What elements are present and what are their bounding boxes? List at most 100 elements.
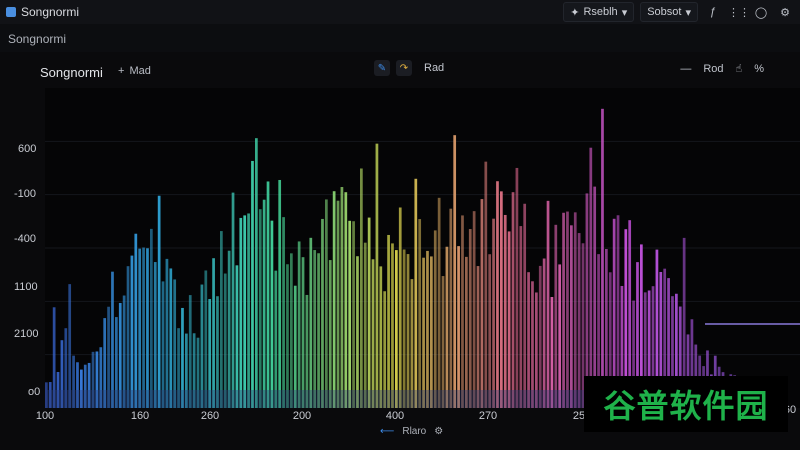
- spectrum-bar: [231, 192, 235, 408]
- spectrum-bar: [142, 247, 145, 408]
- spectrum-bar: [313, 250, 317, 408]
- y-tick-label: o0: [28, 386, 41, 398]
- function-icon[interactable]: ƒ: [704, 6, 722, 18]
- y-tick-label: 1100: [14, 281, 38, 293]
- right-toolbar: — Rod ☝ %: [680, 62, 764, 76]
- spectrum-bar: [379, 266, 383, 408]
- x-tick-label: 400: [385, 410, 405, 422]
- spectrum-bar: [468, 229, 472, 408]
- spectrum-bar: [317, 253, 320, 408]
- spectrum-bar: [278, 179, 282, 408]
- spectrum-bar: [309, 237, 313, 408]
- spectrum-bar: [165, 258, 169, 408]
- spectrum-bar: [200, 284, 204, 408]
- spectrum-bar: [157, 195, 161, 408]
- spectrum-bar: [480, 199, 484, 408]
- spectrum-bar: [422, 257, 425, 408]
- spectrum-bar: [352, 221, 355, 408]
- spectrum-bar: [255, 138, 258, 408]
- circle-icon[interactable]: ◯: [752, 6, 770, 19]
- center-toolbar: ✎ ↷ Rad: [374, 60, 444, 76]
- spectrum-bar: [356, 256, 359, 408]
- right-tool-label[interactable]: Rod: [703, 63, 723, 75]
- spectrum-bar: [344, 192, 348, 408]
- x-tick-label: 100: [35, 410, 55, 422]
- spectrum-bar: [290, 253, 293, 408]
- hand-icon[interactable]: ☝: [736, 62, 743, 75]
- spectrum-bar: [220, 231, 223, 408]
- spectrum-bar: [492, 218, 495, 408]
- spectrum-bar: [414, 178, 418, 408]
- percent-button[interactable]: %: [754, 63, 764, 75]
- spectrum-bar: [496, 181, 499, 408]
- x-tick-label: 200: [292, 410, 312, 422]
- spectrum-bar: [297, 241, 301, 408]
- spectrum-bar: [282, 217, 285, 408]
- spectrum-bar: [332, 191, 336, 408]
- spectrum-bar: [546, 200, 550, 408]
- bottom-label[interactable]: Rlaro: [402, 426, 426, 437]
- window-title: Songnormi: [21, 5, 80, 19]
- spectrum-bar: [433, 230, 437, 408]
- edit-button[interactable]: ✎: [374, 60, 390, 76]
- spectrum-bar: [538, 265, 542, 408]
- spectrum-bar: [472, 211, 476, 408]
- spectrum-bar: [204, 270, 208, 408]
- menu-icon[interactable]: ⋮⋮: [728, 6, 750, 19]
- spectrum-bar: [367, 217, 371, 408]
- spectrum-bar: [266, 181, 270, 408]
- plus-icon: +: [118, 65, 125, 77]
- spectrum-bar: [410, 279, 414, 408]
- breadcrumb: Songnormi: [8, 32, 67, 46]
- toolbar-button-primary-label: Rseblh: [583, 6, 618, 18]
- spectrum-bar: [387, 234, 390, 408]
- spectrum-bar: [395, 250, 398, 408]
- toolbar-button-secondary-label: Sobsot: [647, 6, 682, 18]
- y-tick-label: 600: [18, 143, 37, 155]
- spectrum-bar: [212, 258, 215, 408]
- gear-icon[interactable]: ⚙: [434, 426, 443, 437]
- pencil-icon: ✎: [377, 62, 387, 74]
- add-button[interactable]: + Mad: [118, 65, 151, 77]
- title-bar: Songnormi ✦ Rseblh ▾ Sobsot ▾ ƒ ⋮⋮ ◯ ⚙: [0, 0, 800, 24]
- spectrum-bar: [371, 259, 375, 408]
- spectrum-bar: [511, 192, 515, 408]
- spectrum-bar: [445, 246, 449, 408]
- sparkle-icon: ✦: [570, 6, 580, 19]
- y-tick-label: -100: [14, 188, 37, 200]
- spectrum-bar: [363, 242, 367, 408]
- spectrum-bar: [531, 281, 534, 408]
- spectrogram-plot[interactable]: [45, 88, 800, 408]
- spectrogram-svg: [45, 108, 800, 408]
- spectrum-bar: [251, 160, 254, 408]
- spectrum-bar: [235, 265, 239, 408]
- spectrum-bar: [484, 161, 488, 408]
- toolbar-button-primary[interactable]: ✦ Rseblh ▾: [563, 2, 635, 22]
- spectrum-bar: [542, 258, 546, 408]
- spectrum-bar: [223, 273, 227, 408]
- spectrum-bar: [601, 108, 604, 408]
- titlebar-actions: ✦ Rseblh ▾ Sobsot ▾ ƒ ⋮⋮ ◯ ⚙: [563, 2, 794, 22]
- spectrum-bar: [340, 187, 344, 408]
- spectrum-bar: [150, 228, 153, 408]
- spectrum-bar: [321, 218, 324, 408]
- redo-button[interactable]: ↷: [396, 60, 412, 76]
- add-button-label: Mad: [129, 65, 151, 77]
- spectrum-bar: [227, 250, 231, 408]
- spectrum-bar: [476, 266, 480, 408]
- spectrum-bar: [398, 207, 402, 408]
- spectrum-bar: [503, 214, 507, 408]
- spectrum-bar: [138, 248, 142, 408]
- spectrum-bar: [243, 215, 247, 408]
- toolbar-button-secondary[interactable]: Sobsot ▾: [640, 2, 698, 22]
- watermark: 谷普软件园: [584, 376, 788, 432]
- spectrum-bar: [146, 248, 149, 408]
- spectrum-bar: [558, 264, 562, 408]
- y-tick-label: 2100: [14, 328, 39, 340]
- spectrum-bar: [449, 208, 453, 408]
- y-tick-label: -400: [14, 233, 37, 245]
- spectrum-bar: [523, 203, 527, 408]
- spectrum-bar: [286, 264, 289, 408]
- spectrum-bar: [274, 270, 278, 408]
- settings-icon[interactable]: ⚙: [776, 6, 794, 19]
